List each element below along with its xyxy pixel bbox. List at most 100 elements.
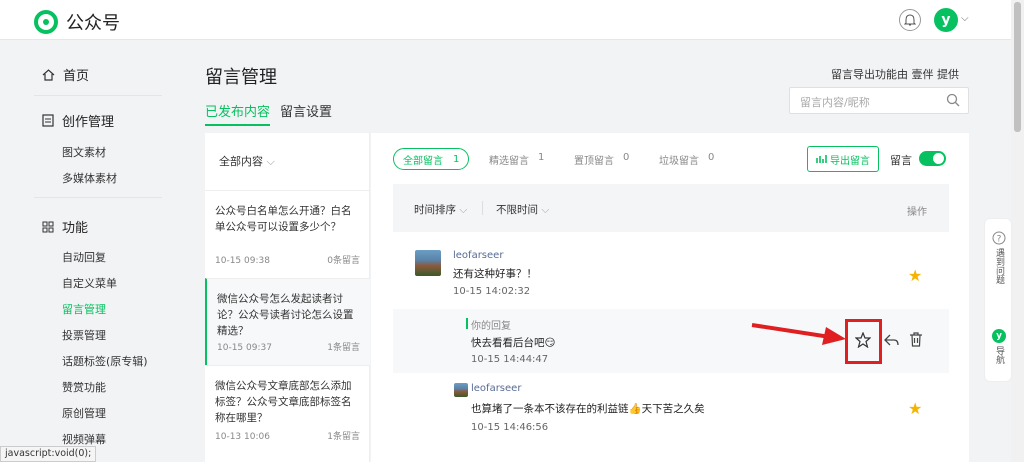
sort-bar: 时间排序 ⌵ 不限时间 ⌵ 操作	[393, 184, 949, 232]
content-filter-label: 全部内容	[219, 155, 263, 168]
article-date: 10-13 10:06	[215, 432, 270, 442]
reply-icon[interactable]	[884, 333, 899, 347]
avatar	[415, 250, 441, 276]
time-label: 不限时间	[496, 204, 538, 216]
sidebar-divider	[34, 197, 162, 198]
article-title: 公众号白名单怎么开通？白名单公众号可以设置多少个？	[215, 205, 352, 233]
nav-button[interactable]: y 导航	[985, 329, 1013, 364]
question-icon: ?	[992, 231, 1006, 245]
grid-icon	[42, 221, 54, 232]
page-title: 留言管理	[205, 67, 277, 88]
filter-label: 垃圾留言	[659, 156, 699, 167]
filter-featured[interactable]: 精选留言 1	[489, 152, 544, 167]
sort-separator	[482, 201, 483, 215]
sidebar-divider	[34, 95, 162, 96]
comments-panel: 全部留言 1 精选留言 1 置顶留言 0 垃圾留言 0 导出留言 留言 时间排序…	[371, 133, 969, 462]
user-avatar[interactable]: y	[934, 8, 958, 32]
sidebar-item-custom-menu[interactable]: 自定义菜单	[62, 275, 117, 291]
sidebar-item-media[interactable]: 多媒体素材	[62, 170, 117, 186]
sidebar-home-label: 首页	[63, 69, 90, 84]
provider-note: 留言导出功能由 壹伴 提供	[831, 68, 959, 81]
sidebar-item-topics[interactable]: 话题标签(原专辑)	[62, 353, 148, 369]
top-bar: 公众号 y ⌵	[0, 0, 1011, 40]
nav-label: 导航	[994, 346, 1004, 364]
home-icon	[42, 69, 55, 81]
sidebar-create-title: 创作管理	[62, 115, 115, 130]
search-input[interactable]: 留言内容/昵称	[789, 87, 969, 114]
floating-help-panel: ? 遇到问题 y 导航	[984, 218, 1012, 382]
action-header: 操作	[907, 207, 927, 218]
sidebar-item-votes[interactable]: 投票管理	[62, 327, 106, 343]
sidebar-item-auto-reply[interactable]: 自动回复	[62, 249, 106, 265]
avatar	[454, 383, 468, 397]
scrollbar-thumb[interactable]	[1014, 2, 1021, 132]
trash-icon[interactable]	[909, 332, 923, 347]
tab-settings[interactable]: 留言设置	[280, 101, 332, 120]
sidebar-item-original[interactable]: 原创管理	[62, 405, 106, 421]
help-button[interactable]: ? 遇到问题	[985, 231, 1013, 284]
article-list-panel: 全部内容 ⌵ 公众号白名单怎么开通？白名单公众号可以设置多少个？ 10-15 0…	[205, 133, 370, 462]
help-label: 遇到问题	[994, 248, 1004, 284]
reply-time: 10-15 14:44:47	[471, 354, 549, 365]
article-comment-count: 1条留言	[327, 343, 360, 353]
featured-star-icon[interactable]: ★	[908, 399, 922, 418]
sidebar-item-danmaku[interactable]: 视频弹幕	[62, 431, 106, 447]
sidebar-item-comments[interactable]: 留言管理	[62, 301, 106, 317]
sidebar-section-features[interactable]: 功能	[42, 217, 88, 236]
chevron-down-icon: ⌵	[541, 204, 550, 216]
logo[interactable]: 公众号	[34, 9, 120, 35]
sidebar-section-create[interactable]: 创作管理	[42, 111, 114, 130]
wechat-logo-icon	[34, 10, 58, 34]
export-label: 导出留言	[830, 155, 870, 167]
filter-count: 1	[538, 152, 545, 163]
nav-icon: y	[992, 329, 1006, 343]
article-comment-count: 0条留言	[327, 256, 360, 266]
svg-text:?: ?	[997, 235, 1002, 245]
article-title: 微信公众号文章底部怎么添加标签？公众号文章底部标签名称在哪里？	[215, 380, 352, 424]
chevron-down-icon[interactable]: ⌵	[961, 13, 969, 24]
comment-toggle-switch[interactable]	[919, 151, 946, 166]
browser-status-bar: javascript:void(0);	[0, 446, 97, 462]
article-date: 10-15 09:37	[217, 343, 272, 353]
sidebar-item-appreciation[interactable]: 赞赏功能	[62, 379, 106, 395]
sort-dropdown[interactable]: 时间排序 ⌵	[414, 202, 467, 217]
reply-text: 快去看看后台吧😏	[471, 337, 556, 349]
sort-label: 时间排序	[414, 204, 456, 216]
sidebar-item-home[interactable]: 首页	[42, 65, 89, 84]
article-item[interactable]: 公众号白名单怎么开通？白名单公众号可以设置多少个？ 10-15 09:38 0条…	[205, 190, 370, 278]
comment-item: leofarseer 还有这种好事？！ 10-15 14:02:32	[453, 250, 537, 297]
annotation-arrow	[751, 323, 846, 345]
filter-pinned[interactable]: 置顶留言 0	[574, 152, 629, 167]
sidebar-item-image-text[interactable]: 图文素材	[62, 144, 106, 160]
article-title: 微信公众号怎么发起读者讨论？公众号读者讨论怎么设置精选？	[217, 293, 354, 337]
content-filter-dropdown[interactable]: 全部内容 ⌵	[219, 153, 275, 169]
filter-label: 置顶留言	[574, 156, 614, 167]
reply-label: 你的回复	[471, 321, 511, 332]
comment-username[interactable]: leofarseer	[471, 383, 705, 394]
reply-indicator	[466, 318, 468, 329]
filter-count: 0	[623, 152, 630, 163]
app-name: 公众号	[66, 13, 120, 34]
export-comments-button[interactable]: 导出留言	[807, 146, 879, 172]
star-outline-icon[interactable]	[855, 332, 871, 348]
comment-item: leofarseer 也算堵了一条本不该存在的利益链👍天下苦之久矣 10-15 …	[471, 383, 705, 433]
comment-toggle-label: 留言	[890, 154, 912, 167]
time-dropdown[interactable]: 不限时间 ⌵	[496, 202, 549, 217]
filter-count: 1	[453, 153, 460, 165]
article-item[interactable]: 微信公众号文章底部怎么添加标签？公众号文章底部标签名称在哪里？ 10-13 10…	[205, 365, 370, 462]
filter-all-comments[interactable]: 全部留言 1	[393, 148, 470, 170]
article-item-selected[interactable]: 微信公众号怎么发起读者讨论？公众号读者讨论怎么设置精选？ 10-15 09:37…	[205, 278, 370, 365]
comment-time: 10-15 14:02:32	[453, 286, 531, 297]
search-icon[interactable]	[946, 93, 960, 107]
comment-time: 10-15 14:46:56	[471, 422, 549, 433]
filter-spam[interactable]: 垃圾留言 0	[659, 152, 714, 167]
featured-star-icon[interactable]: ★	[908, 266, 922, 285]
bar-chart-icon	[816, 155, 827, 163]
notification-bell-icon[interactable]	[899, 9, 921, 31]
comment-username[interactable]: leofarseer	[453, 250, 537, 261]
tab-published[interactable]: 已发布内容	[205, 101, 271, 126]
comment-text: 还有这种好事？！	[453, 268, 537, 280]
search-placeholder: 留言内容/昵称	[800, 96, 870, 109]
filter-label: 精选留言	[489, 156, 529, 167]
filter-count: 0	[708, 152, 715, 163]
